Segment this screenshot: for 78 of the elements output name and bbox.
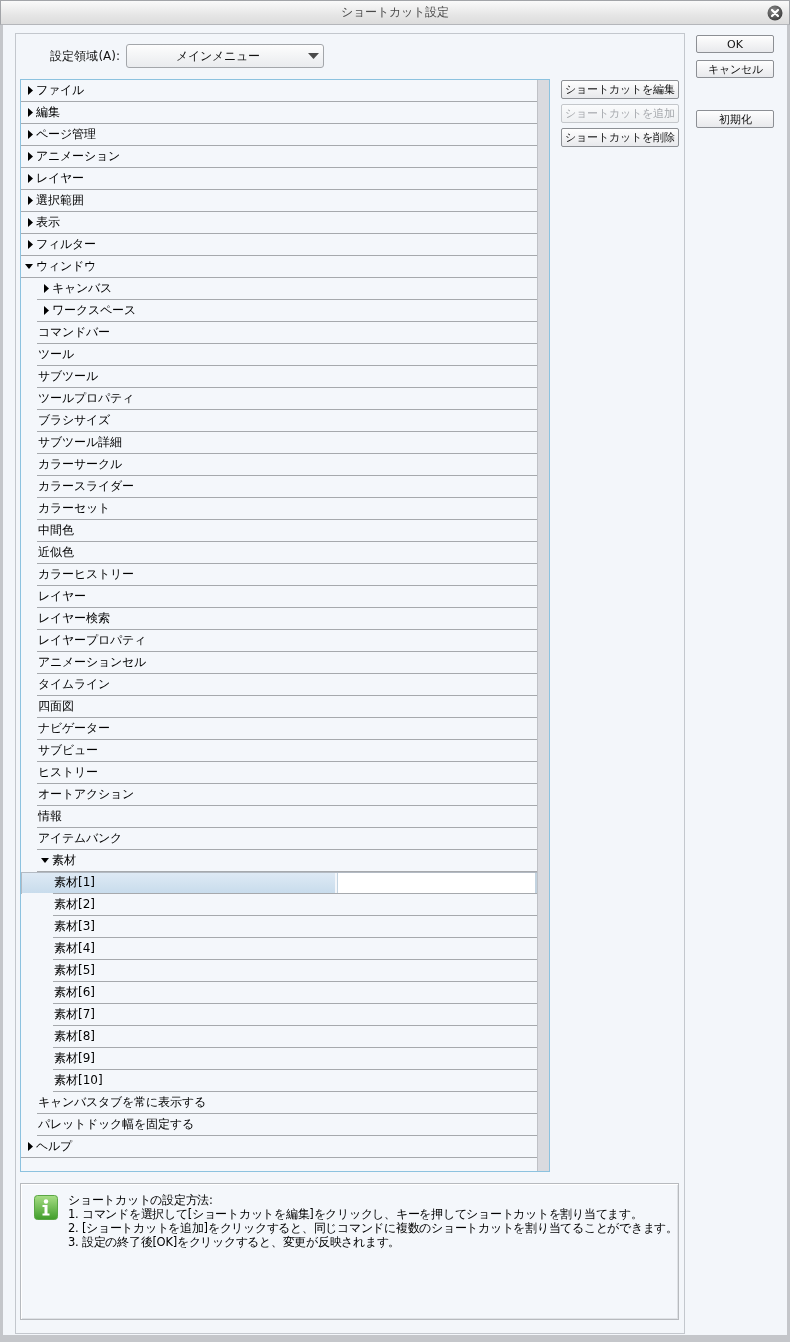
tree-item[interactable]: サブビュー bbox=[21, 740, 537, 762]
scrollbar[interactable] bbox=[537, 80, 549, 1171]
tree-item[interactable]: キャンバス bbox=[21, 278, 537, 300]
tree-item[interactable]: オートアクション bbox=[21, 784, 537, 806]
tree-item[interactable]: サブツール詳細 bbox=[21, 432, 537, 454]
tree-item[interactable]: 素材[10] bbox=[21, 1070, 537, 1092]
tree-item[interactable]: 素材[9] bbox=[21, 1048, 537, 1070]
caret-right-icon[interactable] bbox=[28, 130, 33, 139]
tree-item[interactable]: 四面図 bbox=[21, 696, 537, 718]
instructions-heading: ショートカットの設定方法: bbox=[68, 1193, 213, 1207]
close-icon[interactable] bbox=[767, 4, 783, 21]
tree-item[interactable]: カラーセット bbox=[21, 498, 537, 520]
tree-item[interactable]: ワークスペース bbox=[21, 300, 537, 322]
tree-item[interactable]: ツール bbox=[21, 344, 537, 366]
tree-item[interactable]: ウィンドウ bbox=[21, 256, 537, 278]
caret-down-icon bbox=[308, 53, 319, 59]
shortcut-field[interactable] bbox=[337, 873, 537, 893]
caret-right-icon[interactable] bbox=[44, 306, 49, 315]
settings-area-label: 設定領域(A): bbox=[50, 47, 120, 65]
tree-item[interactable]: ナビゲーター bbox=[21, 718, 537, 740]
caret-right-icon[interactable] bbox=[28, 152, 33, 161]
tree-item[interactable]: フィルター bbox=[21, 234, 537, 256]
edit-shortcut-button[interactable]: ショートカットを編集 bbox=[561, 80, 679, 99]
tree-item[interactable]: 素材[1] bbox=[21, 872, 537, 894]
tree-item[interactable]: ヒストリー bbox=[21, 762, 537, 784]
tree-item[interactable]: 編集 bbox=[21, 102, 537, 124]
tree-item[interactable]: 素材[3] bbox=[21, 916, 537, 938]
cancel-button[interactable]: キャンセル bbox=[696, 60, 774, 78]
caret-right-icon[interactable] bbox=[28, 86, 33, 95]
tree-item[interactable]: レイヤー bbox=[21, 168, 537, 190]
tree-item[interactable]: ブラシサイズ bbox=[21, 410, 537, 432]
caret-down-icon[interactable] bbox=[41, 858, 49, 863]
tree-item[interactable]: 素材[4] bbox=[21, 938, 537, 960]
caret-down-icon[interactable] bbox=[25, 264, 33, 269]
tree-item[interactable]: 素材[8] bbox=[21, 1026, 537, 1048]
tree-item[interactable]: サブツール bbox=[21, 366, 537, 388]
caret-right-icon[interactable] bbox=[44, 284, 49, 293]
tree-item[interactable]: レイヤープロパティ bbox=[21, 630, 537, 652]
tree-item[interactable]: レイヤー検索 bbox=[21, 608, 537, 630]
tree-item[interactable]: カラーヒストリー bbox=[21, 564, 537, 586]
window-title: ショートカット設定 bbox=[341, 4, 449, 21]
instruction-step: 1. コマンドを選択して[ショートカットを編集]をクリックし、キーを押してショートカットを割り当てます。 bbox=[68, 1207, 643, 1221]
delete-shortcut-button[interactable]: ショートカットを削除 bbox=[561, 128, 679, 147]
caret-right-icon[interactable] bbox=[28, 1142, 33, 1151]
tree-item[interactable]: パレットドック幅を固定する bbox=[21, 1114, 537, 1136]
caret-right-icon[interactable] bbox=[28, 174, 33, 183]
tree-item[interactable]: 表示 bbox=[21, 212, 537, 234]
tree-item[interactable]: 素材[5] bbox=[21, 960, 537, 982]
tree-item[interactable]: キャンバスタブを常に表示する bbox=[21, 1092, 537, 1114]
caret-right-icon[interactable] bbox=[28, 218, 33, 227]
tree-item[interactable]: 選択範囲 bbox=[21, 190, 537, 212]
tree-item[interactable]: ヘルプ bbox=[21, 1136, 537, 1158]
tree-item[interactable]: レイヤー bbox=[21, 586, 537, 608]
tree-item[interactable]: 近似色 bbox=[21, 542, 537, 564]
settings-area-dropdown[interactable]: メインメニュー bbox=[126, 44, 324, 68]
tree-item[interactable]: ツールプロパティ bbox=[21, 388, 537, 410]
tree-item[interactable]: コマンドバー bbox=[21, 322, 537, 344]
tree-item[interactable]: アニメーション bbox=[21, 146, 537, 168]
tree-item[interactable]: アニメーションセル bbox=[21, 652, 537, 674]
tree-item[interactable]: ファイル bbox=[21, 80, 537, 102]
tree-item[interactable]: 情報 bbox=[21, 806, 537, 828]
ok-button[interactable]: OK bbox=[696, 35, 774, 53]
instruction-step: 3. 設定の終了後[OK]をクリックすると、変更が反映されます。 bbox=[68, 1235, 401, 1249]
tree-item[interactable]: 素材[6] bbox=[21, 982, 537, 1004]
tree-item[interactable]: ページ管理 bbox=[21, 124, 537, 146]
tree-item[interactable]: カラーサークル bbox=[21, 454, 537, 476]
info-icon bbox=[34, 1195, 58, 1220]
caret-right-icon[interactable] bbox=[28, 240, 33, 249]
tree-item[interactable]: アイテムバンク bbox=[21, 828, 537, 850]
reset-button[interactable]: 初期化 bbox=[696, 110, 774, 128]
caret-right-icon[interactable] bbox=[28, 196, 33, 205]
tree-item[interactable]: タイムライン bbox=[21, 674, 537, 696]
instruction-step: 2. [ショートカットを追加]をクリックすると、同じコマンドに複数のショートカットを割り当てることができます。 bbox=[68, 1221, 678, 1235]
tree-item[interactable]: カラースライダー bbox=[21, 476, 537, 498]
tree-item[interactable]: 素材[7] bbox=[21, 1004, 537, 1026]
caret-right-icon[interactable] bbox=[28, 108, 33, 117]
tree-item[interactable]: 中間色 bbox=[21, 520, 537, 542]
tree-item[interactable]: 素材[2] bbox=[21, 894, 537, 916]
